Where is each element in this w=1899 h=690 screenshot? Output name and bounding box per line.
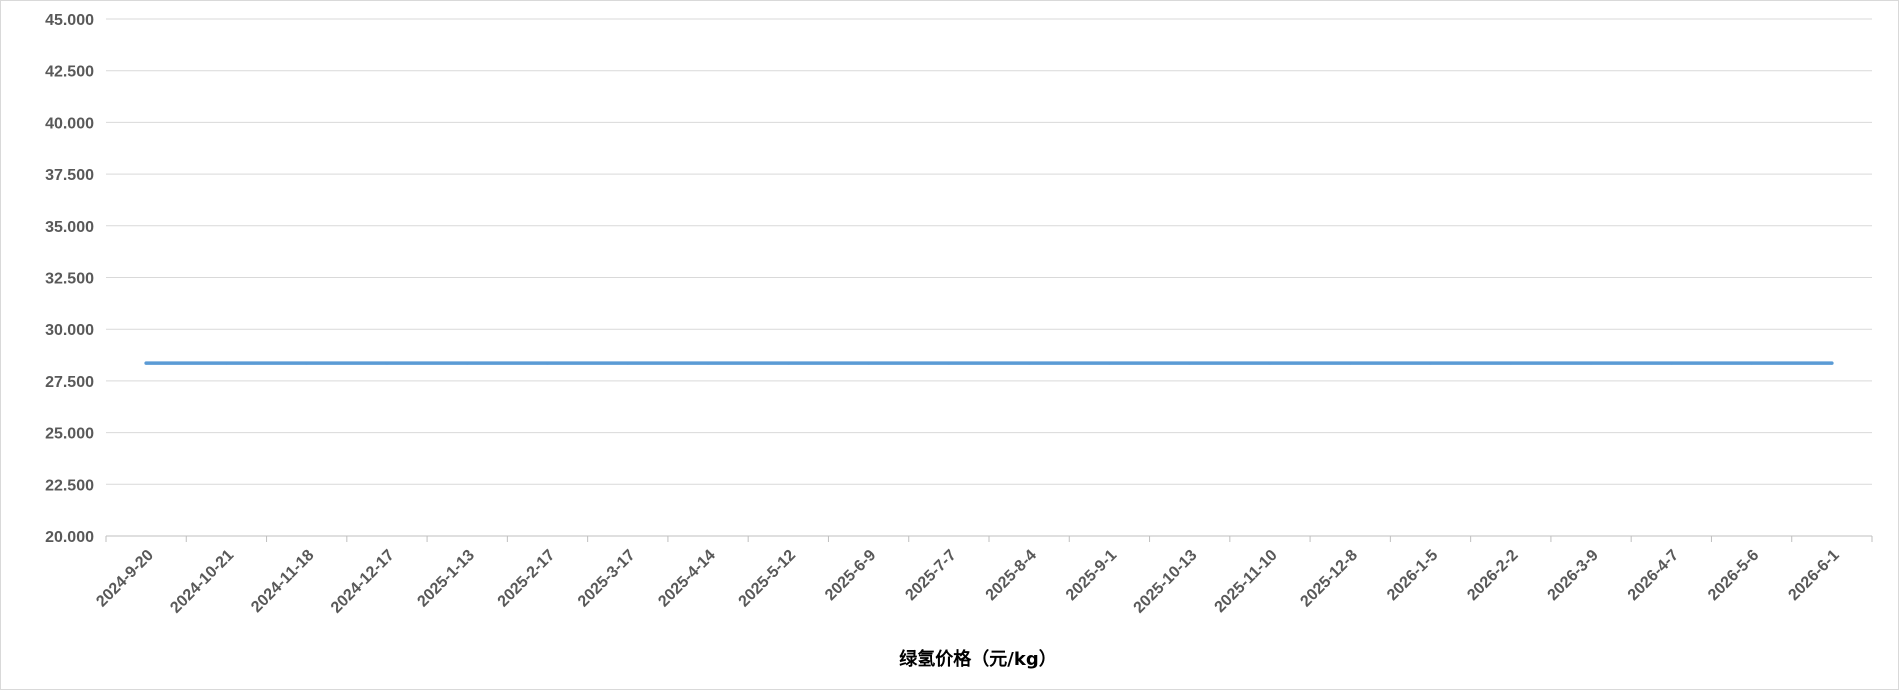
x-tick-label: 2024-11-18 (248, 547, 317, 616)
line-chart: 20.000 22.500 25.000 27.500 30.000 32.500 35.0… (45, 12, 1873, 670)
y-tick-label: 37.500 (45, 167, 94, 184)
y-tick-label: 22.500 (45, 477, 94, 494)
data-point (786, 361, 790, 365)
data-point (546, 361, 549, 365)
y-tick-label: 45.000 (45, 12, 94, 29)
x-tick-label: 2025-8-4 (983, 547, 1040, 604)
x-tick-label: 2024-10-21 (167, 547, 237, 617)
data-point (706, 361, 710, 365)
x-tick-label: 2025-4-14 (655, 547, 719, 611)
x-tick-label: 2025-7-7 (902, 547, 959, 604)
x-tick-label: 2025-12-8 (1297, 547, 1361, 611)
y-tick-label: 20.000 (45, 529, 94, 546)
series-layer (144, 361, 1834, 365)
x-tick-label: 2026-6-1 (1785, 547, 1842, 604)
data-point (1509, 361, 1513, 365)
x-tick-label: 2025-10-13 (1131, 547, 1201, 617)
data-point (1750, 361, 1754, 365)
y-tick-label: 40.000 (45, 115, 94, 132)
data-point (1429, 361, 1432, 365)
x-tick-label: 2026-1-5 (1384, 547, 1441, 604)
y-axis-ticks: 20.000 22.500 25.000 27.500 30.000 32.500 35.0… (45, 12, 94, 546)
x-axis-label: 绿氢价格（元/kg） (899, 648, 1056, 670)
data-point (1268, 361, 1272, 365)
x-tick-label: 2025-3-17 (575, 547, 639, 611)
data-point (1107, 361, 1111, 365)
y-tick-label: 25.000 (45, 426, 94, 443)
data-point (1830, 361, 1834, 365)
x-tick-label: 2025-5-12 (736, 547, 800, 611)
data-point (867, 361, 871, 365)
x-tick-label: 2026-4-7 (1625, 547, 1682, 604)
gridlines (106, 18, 1872, 485)
x-axis: 2024-9-20 2024-10-21 2024-11-18 2024-12-17 2… (93, 535, 1873, 617)
data-point (465, 361, 469, 365)
data-point (385, 361, 389, 365)
data-point (1589, 361, 1593, 365)
data-point (305, 361, 309, 365)
x-tick-label: 2024-9-20 (93, 547, 157, 611)
data-point (144, 361, 148, 365)
data-point (1348, 361, 1352, 365)
data-point (1188, 361, 1192, 365)
x-tick-label: 2025-1-13 (414, 547, 478, 611)
y-tick-label: 32.500 (45, 271, 94, 288)
data-point (224, 361, 228, 365)
data-point (947, 361, 951, 365)
x-tick-label: 2026-2-2 (1464, 547, 1521, 604)
x-tick-label: 2025-6-9 (822, 547, 879, 604)
y-tick-label: 27.500 (45, 374, 94, 391)
x-tick-label: 2024-12-17 (328, 547, 398, 617)
y-tick-label: 42.500 (45, 64, 94, 81)
data-point (626, 361, 630, 365)
x-tick-label: 2025-2-17 (495, 547, 559, 611)
data-point (1027, 361, 1031, 365)
x-tick-label: 2025-9-1 (1063, 547, 1120, 604)
y-tick-label: 35.000 (45, 219, 94, 236)
y-tick-label: 30.000 (45, 322, 94, 339)
x-tick-label: 2026-5-6 (1705, 547, 1762, 604)
x-tick-label: 2026-3-9 (1545, 547, 1602, 604)
x-tick-label: 2025-11-10 (1212, 547, 1281, 616)
data-point (1669, 361, 1673, 365)
